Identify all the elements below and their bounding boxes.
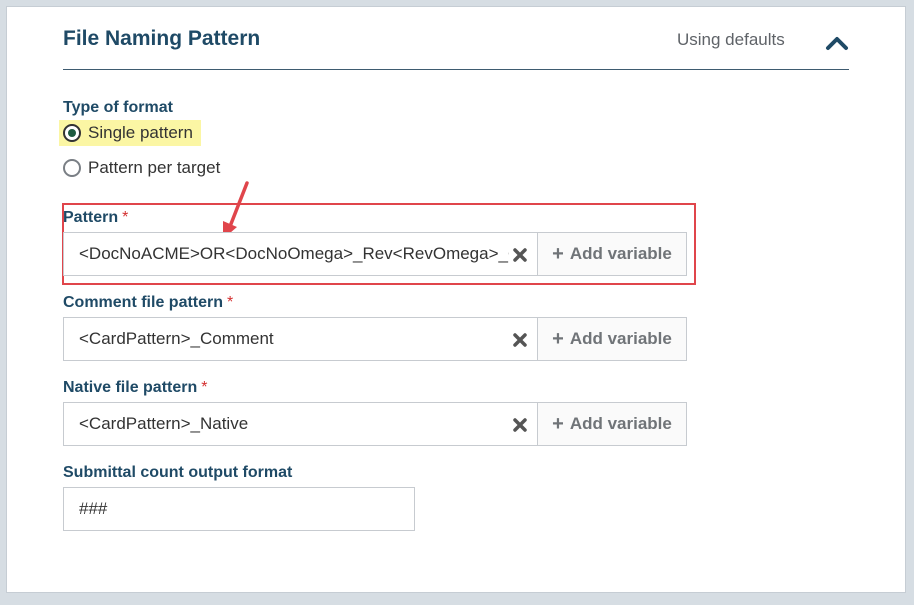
pattern-input-box [63, 232, 537, 276]
plus-icon: + [552, 327, 564, 350]
required-mark: * [201, 379, 208, 396]
comment-pattern-input-box [63, 317, 537, 361]
pattern-field: + Add variable [63, 232, 687, 276]
plus-icon: + [552, 412, 564, 435]
clear-icon[interactable] [512, 417, 528, 433]
native-pattern-field: + Add variable [63, 402, 687, 446]
section-header: File Naming Pattern Using defaults [63, 21, 849, 70]
native-pattern-input[interactable] [79, 414, 509, 434]
status-text: Using defaults [677, 30, 785, 49]
file-naming-panel: File Naming Pattern Using defaults Type … [6, 6, 906, 593]
add-variable-label: Add variable [569, 414, 672, 433]
add-variable-label: Add variable [569, 244, 672, 263]
native-pattern-label-text: Native file pattern [63, 379, 198, 396]
add-variable-label: Add variable [569, 329, 672, 348]
format-type-label: Type of format [63, 99, 173, 116]
add-variable-button[interactable]: + Add variable [537, 232, 687, 276]
submittal-count-label: Submittal count output format [63, 464, 293, 481]
section-title: File Naming Pattern [63, 27, 261, 50]
pattern-label: Pattern * [63, 209, 128, 227]
radio-single-pattern[interactable]: Single pattern [59, 120, 201, 146]
pattern-label-text: Pattern [63, 209, 119, 226]
comment-pattern-label-text: Comment file pattern [63, 294, 224, 311]
native-pattern-label: Native file pattern * [63, 379, 208, 397]
comment-pattern-input[interactable] [79, 329, 509, 349]
radio-label: Single pattern [88, 123, 193, 142]
native-pattern-input-box [63, 402, 537, 446]
pattern-input[interactable] [79, 244, 509, 264]
required-mark: * [227, 294, 234, 311]
radio-pattern-per-target[interactable]: Pattern per target [63, 155, 220, 181]
comment-pattern-field: + Add variable [63, 317, 687, 361]
clear-icon[interactable] [512, 247, 528, 263]
add-variable-button[interactable]: + Add variable [537, 317, 687, 361]
clear-icon[interactable] [512, 332, 528, 348]
submittal-count-input[interactable] [79, 499, 399, 519]
chevron-up-icon [826, 37, 848, 50]
radio-label: Pattern per target [88, 158, 221, 177]
radio-checked-icon [63, 124, 81, 142]
plus-icon: + [552, 242, 564, 265]
add-variable-button[interactable]: + Add variable [537, 402, 687, 446]
radio-unchecked-icon [63, 159, 81, 177]
collapse-button[interactable] [823, 29, 851, 57]
comment-pattern-label: Comment file pattern * [63, 294, 233, 312]
submittal-count-input-box [63, 487, 415, 531]
required-mark: * [122, 209, 129, 226]
